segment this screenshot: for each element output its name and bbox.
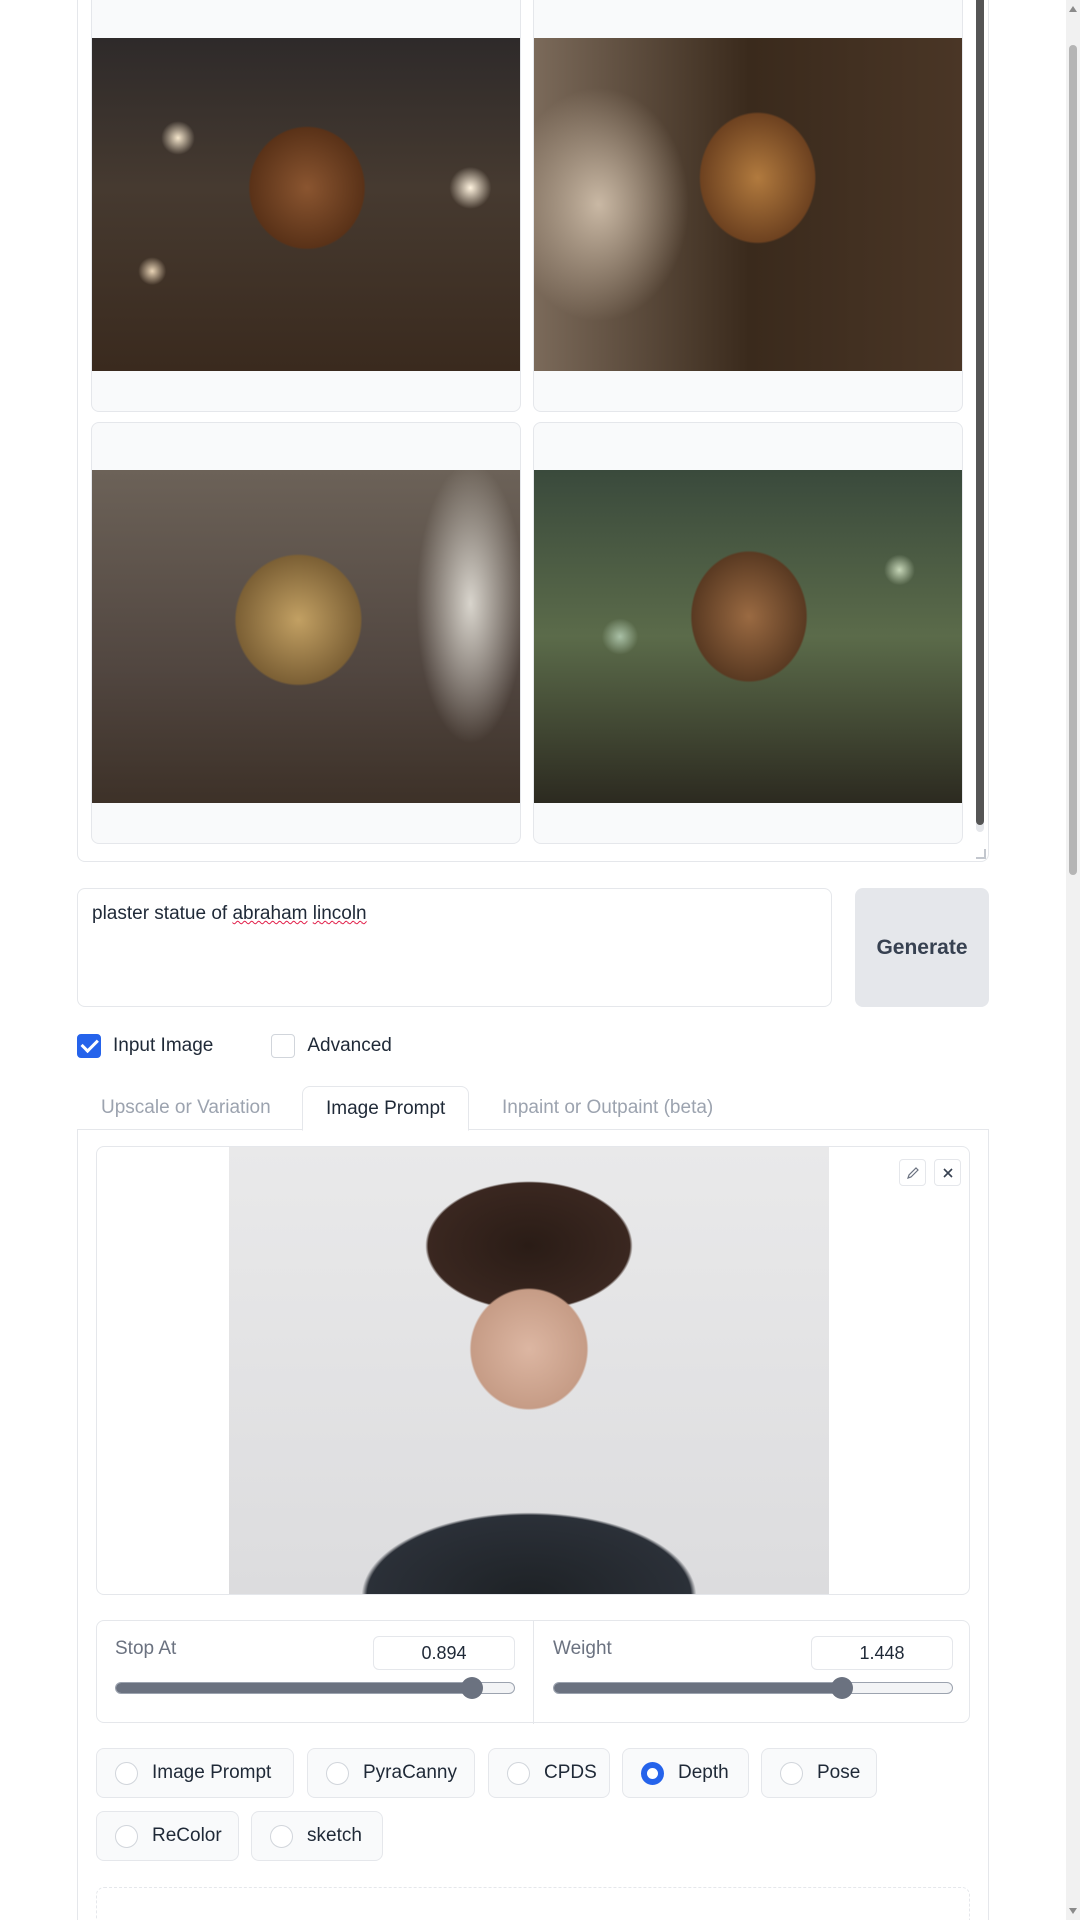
output-gallery	[77, 0, 989, 862]
radio-label: ReColor	[152, 1825, 222, 1846]
weight-slider[interactable]	[553, 1677, 953, 1699]
controlnet-sliders: Stop At 0.894 Weight 1.448	[96, 1620, 970, 1724]
gallery-card[interactable]	[533, 0, 963, 412]
app-page: plaster statue of abraham lincoln Genera…	[0, 0, 1080, 1920]
radio-label: PyraCanny	[363, 1762, 457, 1783]
tab-inpaint-or-outpaint[interactable]: Inpaint or Outpaint (beta)	[502, 1086, 713, 1130]
radio-label: Pose	[817, 1762, 861, 1783]
page-scrollbar-thumb[interactable]	[1069, 45, 1077, 875]
input-image-checkbox[interactable]: Input Image	[77, 1034, 213, 1058]
tab-image-prompt[interactable]: Image Prompt	[302, 1086, 470, 1131]
generate-button[interactable]: Generate	[855, 888, 989, 1007]
slider-knob[interactable]	[831, 1677, 853, 1699]
prompt-text-part: lincoln	[312, 903, 367, 924]
checkbox-label: Advanced	[307, 1035, 392, 1056]
radio-icon[interactable]	[115, 1824, 138, 1848]
gallery-card[interactable]	[91, 0, 521, 412]
slider-fill	[116, 1683, 472, 1693]
tab-upscale-or-variation[interactable]: Upscale or Variation	[101, 1086, 271, 1130]
gallery-card[interactable]	[91, 422, 521, 844]
radio-icon[interactable]	[507, 1761, 530, 1785]
pencil-icon[interactable]	[899, 1159, 926, 1186]
checkbox-label: Input Image	[113, 1035, 214, 1056]
weight-value-input[interactable]: 1.448	[811, 1636, 953, 1670]
gallery-card[interactable]	[533, 422, 963, 844]
resize-handle-icon[interactable]	[976, 849, 986, 859]
checkbox-checked-icon[interactable]	[77, 1034, 101, 1058]
statue-portrait-4[interactable]	[534, 470, 962, 803]
radio-icon[interactable]	[326, 1761, 349, 1785]
radio-icon[interactable]	[780, 1761, 803, 1785]
uploaded-portrait-photo	[229, 1147, 829, 1594]
radio-label: Depth	[678, 1762, 729, 1783]
image-prompt-upload[interactable]	[96, 1146, 970, 1595]
stop-at-slider[interactable]	[115, 1677, 515, 1699]
radio-label: sketch	[307, 1825, 362, 1846]
statue-portrait-1[interactable]	[92, 38, 520, 371]
stop-at-value-input[interactable]: 0.894	[373, 1636, 515, 1670]
close-icon[interactable]	[934, 1159, 961, 1186]
radio-pyracanny[interactable]: PyraCanny	[307, 1748, 475, 1798]
radio-recolor[interactable]: ReColor	[96, 1811, 239, 1861]
page-scrollbar-track[interactable]	[1066, 0, 1080, 1920]
scroll-up-arrow-icon[interactable]	[1069, 6, 1077, 12]
slider-fill	[554, 1683, 842, 1693]
scroll-down-arrow-icon[interactable]	[1069, 1908, 1077, 1914]
radio-pose[interactable]: Pose	[761, 1748, 877, 1798]
input-tabs: Upscale or Variation Image Prompt Inpain…	[77, 1086, 989, 1131]
radio-icon[interactable]	[270, 1824, 293, 1848]
weight-label: Weight	[553, 1638, 612, 1659]
slider-knob[interactable]	[461, 1677, 483, 1699]
radio-selected-icon[interactable]	[641, 1761, 664, 1785]
prompt-input[interactable]: plaster statue of abraham lincoln	[77, 888, 832, 1007]
checkbox-unchecked-icon[interactable]	[271, 1034, 296, 1058]
next-image-prompt-slot[interactable]	[96, 1887, 970, 1920]
slider-divider	[533, 1621, 534, 1724]
radio-image-prompt[interactable]: Image Prompt	[96, 1748, 294, 1798]
radio-label: Image Prompt	[152, 1762, 272, 1783]
prompt-text-part: abraham	[232, 903, 308, 924]
radio-cpds[interactable]: CPDS	[488, 1748, 610, 1798]
stop-at-label: Stop At	[115, 1638, 177, 1659]
options-checkboxes: Input Image Advanced	[77, 1034, 450, 1058]
statue-portrait-3[interactable]	[92, 470, 520, 803]
radio-sketch[interactable]: sketch	[251, 1811, 383, 1861]
radio-depth[interactable]: Depth	[622, 1748, 749, 1798]
statue-portrait-2[interactable]	[534, 38, 962, 371]
gallery-scrollbar-thumb[interactable]	[976, 0, 984, 825]
radio-icon[interactable]	[115, 1761, 138, 1785]
prompt-text-part: plaster statue of	[92, 903, 233, 924]
advanced-checkbox[interactable]: Advanced	[271, 1034, 392, 1058]
radio-label: CPDS	[544, 1762, 597, 1783]
